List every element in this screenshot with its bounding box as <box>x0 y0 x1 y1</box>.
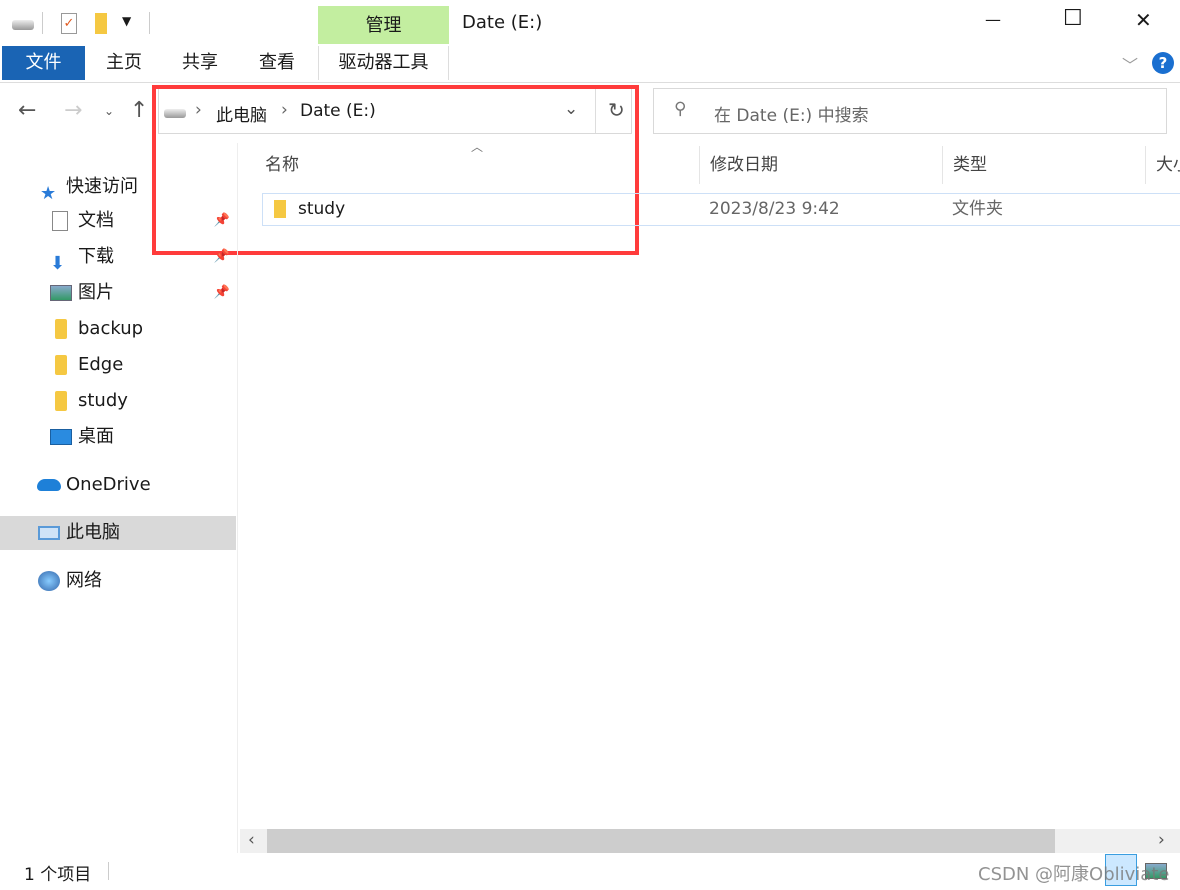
sidebar-item-downloads[interactable]: ⬇ 下载 📌 <box>0 240 236 274</box>
close-button[interactable]: ✕ <box>1135 8 1152 32</box>
column-header-modified[interactable]: 修改日期 <box>700 146 943 184</box>
column-header-size[interactable]: 大小 <box>1146 146 1180 184</box>
sidebar-item-label: 文档 <box>78 210 114 231</box>
horizontal-scrollbar[interactable]: ‹ › <box>240 829 1180 853</box>
properties-icon[interactable]: ✓ <box>61 13 77 34</box>
divider <box>108 862 109 880</box>
sidebar-item-label: OneDrive <box>66 474 151 495</box>
recent-locations-button[interactable]: ⌄ <box>104 104 114 118</box>
new-folder-icon[interactable] <box>95 13 107 34</box>
pin-icon[interactable]: 📌 <box>214 240 230 274</box>
sidebar-item-label: 此电脑 <box>66 522 120 543</box>
column-header-type[interactable]: 类型 <box>943 146 1146 184</box>
folder-icon <box>55 391 67 411</box>
forward-button[interactable]: → <box>64 98 82 123</box>
tab-share[interactable]: 共享 <box>171 46 229 80</box>
drive-icon <box>12 20 34 30</box>
computer-icon <box>38 526 60 540</box>
scroll-right-icon[interactable]: › <box>1158 830 1165 850</box>
desktop-icon <box>50 429 72 445</box>
sidebar-item-edge[interactable]: Edge <box>0 348 236 382</box>
folder-icon <box>55 355 67 375</box>
sidebar-item-study[interactable]: study <box>0 384 236 418</box>
search-input[interactable]: ⚲ 在 Date (E:) 中搜索 <box>653 88 1167 134</box>
pin-icon[interactable]: 📌 <box>214 204 230 238</box>
customize-qat-icon[interactable]: ▼ <box>122 14 131 28</box>
tab-file[interactable]: 文件 <box>2 46 85 80</box>
sidebar-item-label: 网络 <box>66 570 102 591</box>
sidebar-item-label: 快速访问 <box>66 176 138 197</box>
network-icon <box>38 571 60 591</box>
scrollbar-thumb[interactable] <box>267 829 1055 853</box>
scroll-left-icon[interactable]: ‹ <box>248 830 255 850</box>
watermark: CSDN @阿康Obliviate <box>978 864 1170 885</box>
tab-drive-tools[interactable]: 驱动器工具 <box>318 46 449 80</box>
file-row[interactable]: study 2023/8/23 9:42 文件夹 <box>262 193 1180 226</box>
sidebar-item-label: 下载 <box>78 246 114 267</box>
star-icon: ★ <box>40 183 57 204</box>
sidebar-item-label: 桌面 <box>78 426 114 447</box>
sidebar-item-documents[interactable]: 文档 📌 <box>0 204 236 238</box>
document-icon <box>52 211 68 231</box>
folder-icon <box>55 319 67 339</box>
maximize-button[interactable]: ☐ <box>1063 6 1083 31</box>
pictures-icon <box>50 285 72 301</box>
sidebar-item-label: backup <box>78 318 144 339</box>
file-type: 文件夹 <box>952 199 1003 219</box>
divider <box>237 143 238 853</box>
sidebar-item-backup[interactable]: backup <box>0 312 236 346</box>
tab-home[interactable]: 主页 <box>95 46 153 80</box>
tab-view[interactable]: 查看 <box>248 46 306 80</box>
sidebar-item-label: 图片 <box>78 282 114 303</box>
minimize-button[interactable]: — <box>985 10 1001 29</box>
sidebar-item-label: Edge <box>78 354 124 375</box>
column-header-name[interactable]: 名称 <box>255 146 700 184</box>
window-title: Date (E:) <box>462 12 543 33</box>
sidebar-item-pictures[interactable]: 图片 📌 <box>0 276 236 310</box>
search-icon: ⚲ <box>674 99 687 119</box>
sidebar-network[interactable]: 网络 <box>0 564 236 598</box>
divider <box>0 82 1180 83</box>
sidebar-item-desktop[interactable]: 桌面 <box>0 420 236 454</box>
download-arrow-icon: ⬇ <box>50 253 66 274</box>
file-modified: 2023/8/23 9:42 <box>709 199 840 219</box>
divider <box>149 12 150 34</box>
back-button[interactable]: ← <box>18 98 36 123</box>
sidebar-this-pc[interactable]: 此电脑 <box>0 516 236 550</box>
up-button[interactable]: ↑ <box>130 98 148 123</box>
manage-context-tab[interactable]: 管理 <box>318 6 449 44</box>
file-name: study <box>298 199 346 219</box>
status-item-count: 1 个项目 <box>24 865 92 885</box>
expand-ribbon-icon[interactable]: ﹀ <box>1122 52 1138 76</box>
help-icon[interactable]: ? <box>1152 52 1174 74</box>
sidebar-onedrive[interactable]: OneDrive <box>0 468 236 502</box>
pin-icon[interactable]: 📌 <box>214 276 230 310</box>
divider <box>42 12 43 34</box>
search-placeholder: 在 Date (E:) 中搜索 <box>714 106 869 126</box>
folder-icon <box>274 200 286 218</box>
sidebar-quick-access[interactable]: ★ 快速访问 <box>0 170 236 204</box>
cloud-icon <box>37 479 61 491</box>
sidebar-item-label: study <box>78 390 128 411</box>
